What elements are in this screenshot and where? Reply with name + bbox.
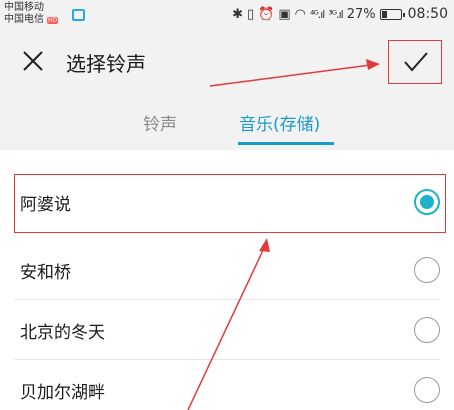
status-icons: ✱ ▯ ⏰ ▣ ◠ ⁴ᴳ.ıl ³ᴳ.ıl 27% 08:50 xyxy=(232,6,448,22)
hd-call-icon: ▣ xyxy=(278,6,291,22)
check-icon xyxy=(404,52,428,72)
confirm-button[interactable] xyxy=(388,40,442,84)
song-title: 贝加尔湖畔 xyxy=(20,383,105,403)
battery-icon xyxy=(379,8,405,20)
header: 选择铃声 xyxy=(0,32,454,92)
vibrate-icon: ▯ xyxy=(246,6,255,22)
clock: 08:50 xyxy=(407,6,448,22)
tab-ringtone[interactable]: 铃声 xyxy=(143,110,177,135)
tab-bar: 铃声 音乐(存储) xyxy=(0,110,454,150)
list-item[interactable]: 安和桥 xyxy=(0,240,454,300)
radio-unselected[interactable] xyxy=(414,377,440,403)
radio-unselected[interactable] xyxy=(414,257,440,283)
close-icon xyxy=(23,51,43,71)
active-tab-indicator xyxy=(238,142,334,145)
carrier-1: 中国移动 xyxy=(4,2,44,13)
page-title: 选择铃声 xyxy=(66,52,146,76)
status-bar: 中国移动 中国电信 HD ✱ ▯ ⏰ ▣ ◠ ⁴ᴳ.ıl ³ᴳ.ıl 27% 0… xyxy=(0,0,454,32)
hd-badge: HD xyxy=(47,16,59,24)
signal-3g-icon: ³ᴳ.ıl xyxy=(328,7,343,21)
list-item[interactable]: 北京的冬天 xyxy=(0,300,454,360)
list-item[interactable]: 贝加尔湖畔 xyxy=(0,360,454,410)
carrier-info: 中国移动 中国电信 HD xyxy=(4,2,59,26)
message-icon xyxy=(72,9,85,21)
wifi-icon: ◠ xyxy=(294,6,306,22)
close-button[interactable] xyxy=(18,46,48,76)
tab-music-storage[interactable]: 音乐(存储) xyxy=(239,110,320,135)
annotation-highlight-box xyxy=(14,174,446,233)
battery-fill xyxy=(381,10,388,18)
battery-percent: 27% xyxy=(346,6,376,22)
song-title: 北京的冬天 xyxy=(20,323,105,343)
radio-unselected[interactable] xyxy=(414,317,440,343)
alarm-icon: ⏰ xyxy=(258,6,275,22)
song-title: 安和桥 xyxy=(20,263,71,283)
signal-4g-icon: ⁴ᴳ.ıl xyxy=(309,7,325,21)
carrier-2: 中国电信 xyxy=(4,14,44,25)
bluetooth-icon: ✱ xyxy=(232,6,243,22)
